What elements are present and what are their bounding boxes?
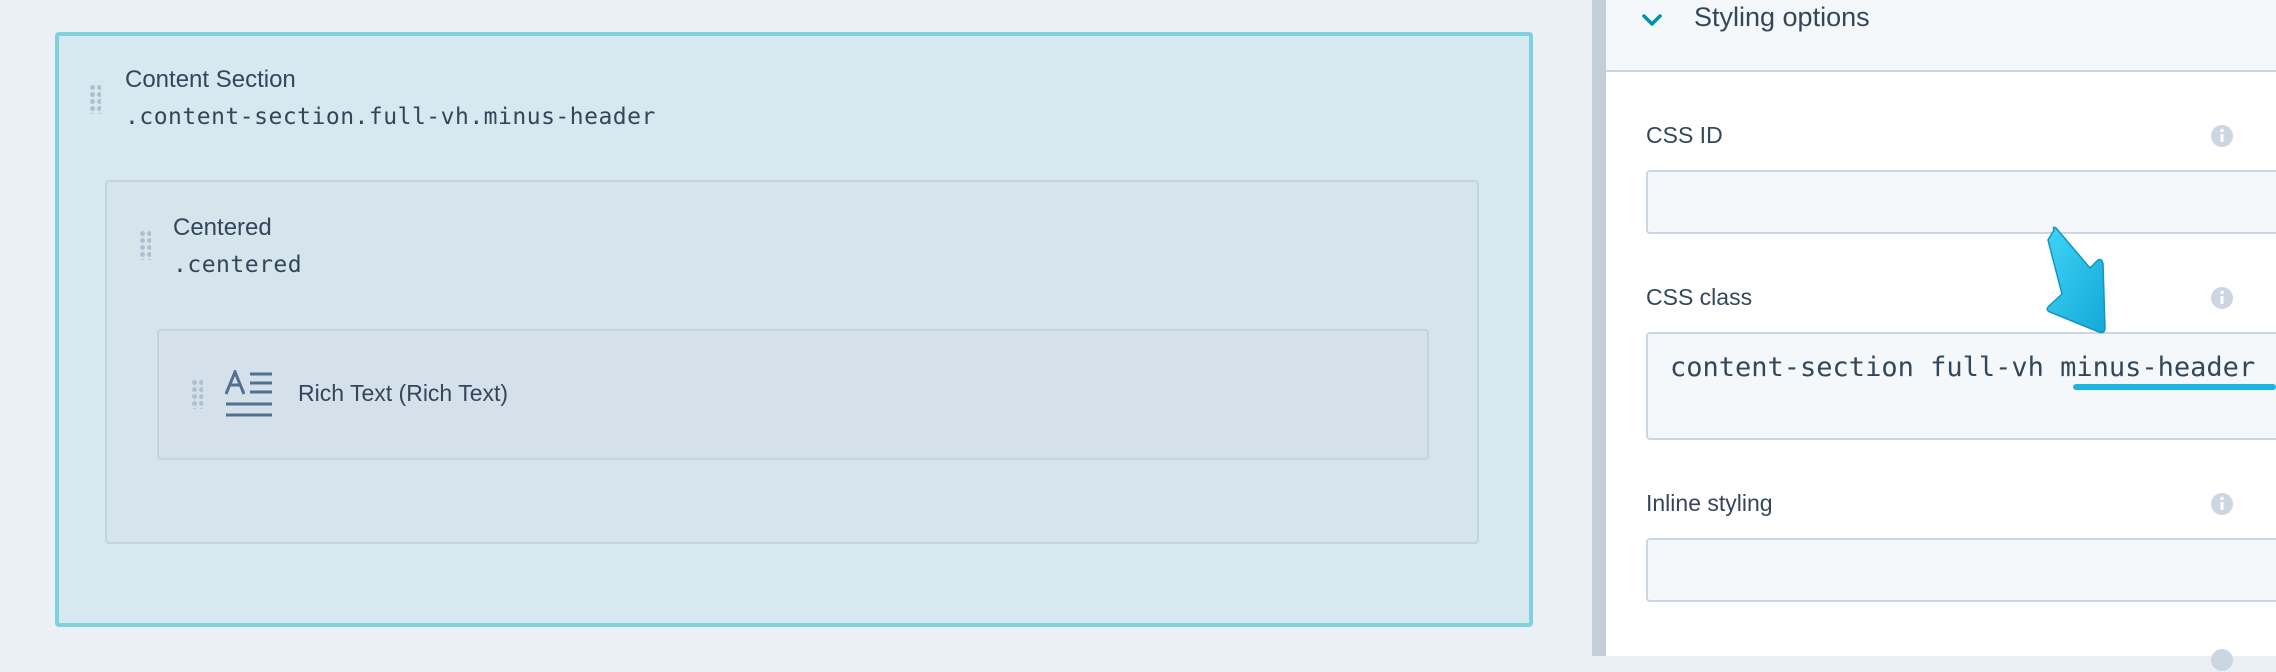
info-icon[interactable]	[2210, 286, 2234, 310]
rich-text-label: Rich Text (Rich Text)	[298, 380, 509, 406]
annotation-arrow-icon	[2046, 226, 2106, 334]
module-title: Content Section	[125, 66, 296, 93]
panel-divider[interactable]	[1592, 0, 1606, 656]
info-icon[interactable]	[2210, 648, 2234, 672]
drag-handle-icon[interactable]	[139, 230, 151, 260]
info-icon[interactable]	[2210, 124, 2234, 148]
page-canvas: Content Section .content-section.full-vh…	[0, 0, 1592, 656]
module-class: .centered	[173, 252, 303, 278]
module-class: .content-section.full-vh.minus-header	[125, 104, 656, 130]
inline-styling-input[interactable]	[1646, 538, 2276, 602]
css-id-input[interactable]	[1646, 170, 2276, 234]
inline-styling-label: Inline styling	[1646, 490, 1773, 516]
drag-handle-icon[interactable]	[89, 84, 101, 114]
info-icon[interactable]	[2210, 492, 2234, 516]
highlight-underline	[2073, 384, 2276, 390]
rich-text-icon	[224, 370, 272, 417]
panel-title: Styling options	[1694, 2, 1870, 32]
chevron-down-icon[interactable]	[1638, 6, 1666, 34]
css-id-label: CSS ID	[1646, 122, 1723, 148]
css-class-value: content-section full-vh minus-header	[1670, 352, 2256, 383]
module-title: Centered	[173, 214, 272, 241]
drag-handle-icon[interactable]	[191, 379, 203, 409]
styling-options-header[interactable]: Styling options	[1606, 0, 2276, 72]
css-class-label: CSS class	[1646, 284, 1753, 310]
styling-panel: Styling options CSS ID CSS class content…	[1606, 0, 2276, 671]
